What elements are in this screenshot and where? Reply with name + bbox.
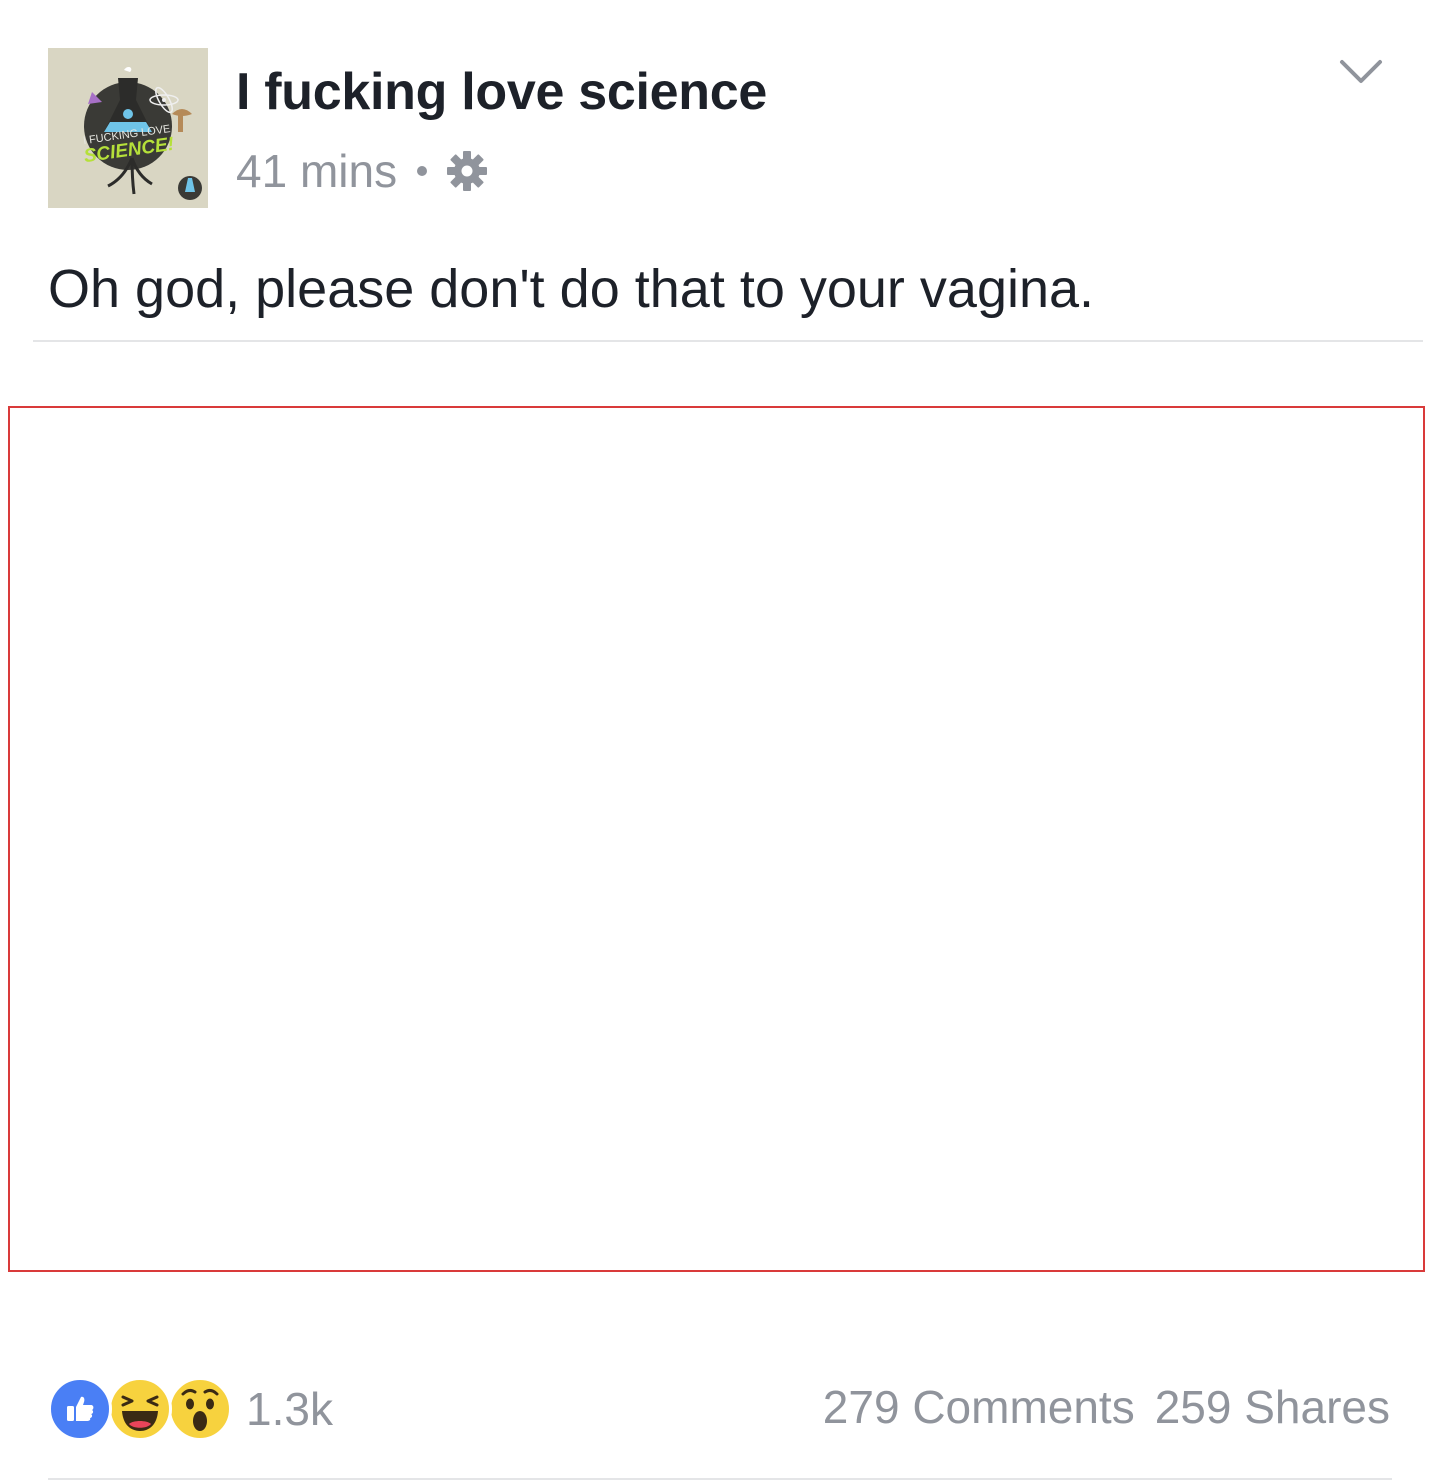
- shares-count-link[interactable]: 259 Shares: [1155, 1381, 1390, 1433]
- divider: [33, 340, 1423, 342]
- science-logo-icon: I FUCKING LOVE SCIENCE!: [48, 48, 208, 208]
- reactions-summary[interactable]: 1.3k: [48, 1377, 333, 1441]
- page-name-link[interactable]: I fucking love science: [236, 62, 767, 122]
- separator-dot: [417, 166, 428, 176]
- post-stats: 279 Comments 259 Shares: [823, 1380, 1390, 1434]
- reaction-count: 1.3k: [246, 1383, 333, 1435]
- post-timestamp[interactable]: 41 mins: [236, 144, 397, 198]
- wow-icon: [168, 1377, 232, 1441]
- like-icon: [48, 1377, 112, 1441]
- chevron-down-icon[interactable]: [1338, 54, 1384, 90]
- comments-count-link[interactable]: 279 Comments: [823, 1381, 1135, 1433]
- feed-post: I FUCKING LOVE SCIENCE! I fucking love s…: [0, 0, 1434, 1481]
- post-media-frame[interactable]: [8, 406, 1425, 1272]
- page-avatar[interactable]: I FUCKING LOVE SCIENCE!: [48, 48, 208, 208]
- post-message: Oh god, please don't do that to your vag…: [48, 259, 1095, 319]
- divider: [48, 1478, 1392, 1480]
- post-meta: 41 mins: [236, 144, 489, 198]
- gear-icon[interactable]: [445, 149, 489, 193]
- haha-icon: [108, 1377, 172, 1441]
